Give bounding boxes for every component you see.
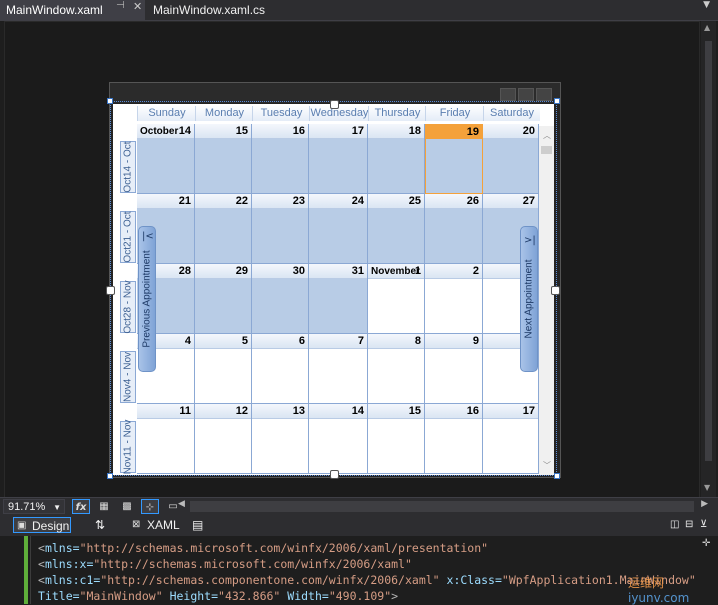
code-line[interactable]: Title="MainWindow" Height="432.866" Widt… xyxy=(38,588,398,604)
designer-toolbar: 91.71% ▼ fx ▦ ▩ ⊹ ▭ ◀ ▶ xyxy=(0,497,718,516)
chevron-down-icon: ▼ xyxy=(53,503,61,512)
xaml-tab[interactable]: ⊠ XAML xyxy=(132,517,180,533)
code-line[interactable]: <mlns:c1="http://schemas.componentone.co… xyxy=(38,572,696,588)
design-tab[interactable]: ▣ Design xyxy=(13,517,71,533)
watermark-sub: iyunv.com xyxy=(628,591,690,605)
pin-icon[interactable]: ⊣ xyxy=(116,0,125,11)
grid-sizer-top[interactable] xyxy=(330,100,339,109)
swap-panes-button[interactable]: ⇅ xyxy=(95,517,105,533)
tab-label: MainWindow.xaml xyxy=(6,3,103,17)
close-icon[interactable]: ✕ xyxy=(133,0,142,13)
code-line[interactable]: <mlns:x="http://schemas.microsoft.com/wi… xyxy=(38,556,412,572)
document-tab-bar: MainWindow.xaml ⊣ ✕ MainWindow.xaml.cs ▼ xyxy=(0,0,718,21)
snap-to-snaplines-icon[interactable]: ⊹ xyxy=(141,499,159,514)
resize-handle[interactable] xyxy=(554,473,560,479)
outline-margin xyxy=(30,536,31,604)
maximize-icon xyxy=(518,88,534,101)
scroll-left-icon[interactable]: ◀ xyxy=(178,499,185,509)
designer-vertical-scrollbar[interactable]: ▲ ▼ xyxy=(701,21,716,497)
resize-handle[interactable] xyxy=(107,473,113,479)
vertical-split-icon[interactable]: ◫ xyxy=(670,517,679,533)
scroll-up-icon[interactable]: ▲ xyxy=(704,23,710,32)
collapse-pane-icon[interactable]: ⊻ xyxy=(700,517,707,533)
scroll-down-icon[interactable]: ▼ xyxy=(704,483,710,492)
chevron-down-icon[interactable]: ▼ xyxy=(703,0,710,10)
swap-icon: ⇅ xyxy=(95,518,106,532)
grid-sizer-bottom[interactable] xyxy=(330,470,339,479)
effects-button[interactable]: fx xyxy=(72,499,90,514)
selection-adorner xyxy=(110,101,557,476)
change-margin xyxy=(24,536,28,604)
tab-label: MainWindow.xaml.cs xyxy=(153,3,266,17)
watermark-text: 运维网 xyxy=(628,576,665,590)
pop-out-xaml-icon[interactable]: ▤ xyxy=(192,517,203,533)
zoom-value: 91.71% xyxy=(8,501,46,513)
scroll-right-icon[interactable]: ▶ xyxy=(701,499,708,509)
scroll-thumb[interactable] xyxy=(705,41,712,461)
xaml-icon: ⊠ xyxy=(132,519,141,530)
snap-to-grid-icon[interactable]: ▩ xyxy=(118,499,136,514)
code-line[interactable]: <mlns="http://schemas.microsoft.com/winf… xyxy=(38,540,488,556)
split-view-bar: ▣ Design ⇅ ⊠ XAML ▤ ◫ ⊟ ⊻ xyxy=(0,515,718,536)
designer-horizontal-scrollbar[interactable]: ◀ ▶ xyxy=(178,499,708,512)
tab-mainwindow-xaml-cs[interactable]: MainWindow.xaml.cs xyxy=(147,0,271,20)
design-icon: ▣ xyxy=(17,520,27,531)
grid-sizer-left[interactable] xyxy=(106,286,115,295)
show-grid-icon[interactable]: ▦ xyxy=(95,499,113,514)
watermark: 运维网 iyunv.com xyxy=(628,574,689,605)
minimize-icon xyxy=(500,88,516,101)
zoom-dropdown[interactable]: 91.71% ▼ xyxy=(3,499,65,514)
horizontal-split-icon[interactable]: ⊟ xyxy=(685,517,693,533)
design-tab-label: Design xyxy=(32,519,70,533)
split-editor-icon[interactable]: ✛ xyxy=(702,538,710,549)
resize-handle[interactable] xyxy=(554,98,560,104)
editor-split-icons: ✛ xyxy=(698,536,718,604)
resize-handle[interactable] xyxy=(107,98,113,104)
fx-label: fx xyxy=(75,502,87,513)
close-icon xyxy=(536,88,552,101)
grid-sizer-right[interactable] xyxy=(551,286,560,295)
xaml-editor[interactable]: <mlns="http://schemas.microsoft.com/winf… xyxy=(0,536,718,604)
